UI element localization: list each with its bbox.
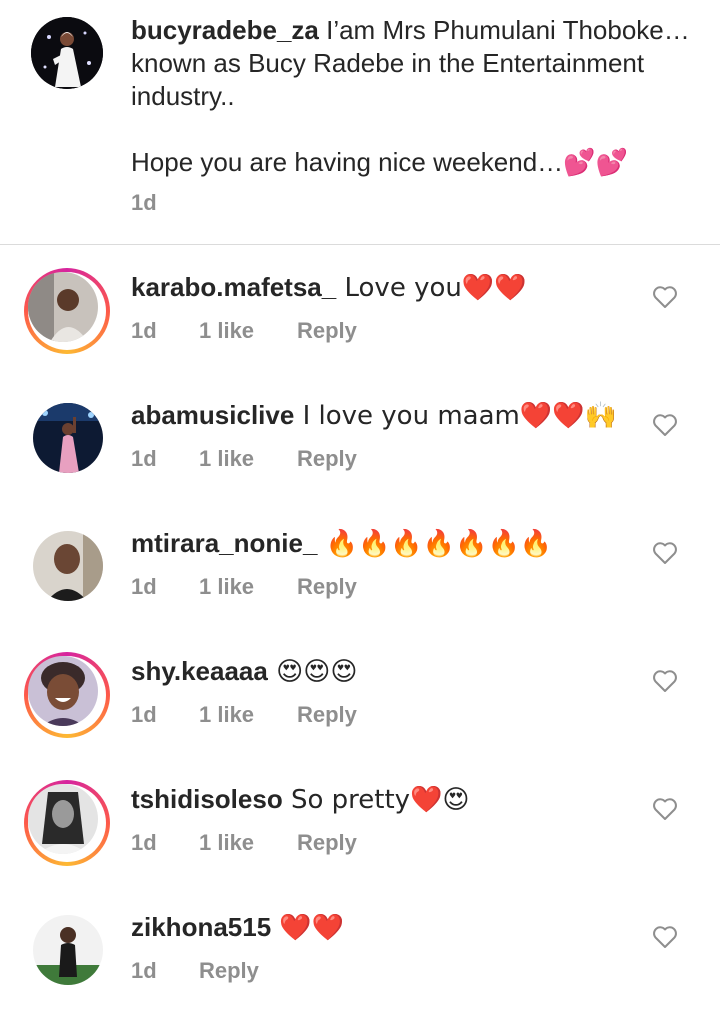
like-comment-button[interactable] [652,797,678,821]
reply-button[interactable]: Reply [199,958,259,984]
comment-item: zikhona515 ❤️❤️ 1d Reply [0,896,720,1024]
comment-username[interactable]: shy.keaaaa [131,656,268,686]
comment-like-count[interactable]: 1 like [199,446,297,472]
story-ring[interactable] [24,780,110,866]
caption-timestamp: 1d [131,190,157,215]
story-ring[interactable] [24,268,110,354]
comment-meta: 1d 1 like Reply [131,446,357,472]
comment-username[interactable]: karabo.mafetsa_ [131,272,336,302]
comment-username[interactable]: mtirara_nonie_ [131,528,317,558]
like-comment-button[interactable] [652,925,678,949]
comment-avatar[interactable] [28,272,98,342]
reply-button[interactable]: Reply [297,702,357,728]
comment-item: tshidisoleso So pretty❤️😍 1d 1 like Reply [0,768,720,896]
comment-like-count[interactable]: 1 like [199,574,297,600]
comment-text: 😍😍😍 [267,657,358,687]
caption-author-avatar[interactable] [31,17,103,89]
comment-meta: 1d Reply [131,958,259,984]
comment-timestamp: 1d [131,830,157,855]
comment-body: abamusiclive I love you maam❤️❤️🙌 [131,398,631,433]
comment-username[interactable]: abamusiclive [131,400,294,430]
comment-username[interactable]: tshidisoleso [131,784,283,814]
comment-text: I love you maam❤️❤️🙌 [294,401,617,431]
caption-username[interactable]: bucyradebe_za [131,15,319,45]
comment-avatar[interactable] [28,784,98,854]
post-caption: bucyradebe_za I’am Mrs Phumulani Thoboke… [0,0,720,245]
comment-avatar[interactable] [28,656,98,726]
comment-text: So pretty❤️😍 [282,785,470,815]
like-comment-button[interactable] [652,669,678,693]
comment-avatar[interactable] [33,915,103,985]
comment-timestamp: 1d [131,574,157,599]
comment-timestamp: 1d [131,702,157,727]
comment-like-count[interactable]: 1 like [199,830,297,856]
comment-avatar[interactable] [33,531,103,601]
comment-like-count[interactable]: 1 like [199,702,297,728]
reply-button[interactable]: Reply [297,574,357,600]
comment-text: Love you❤️❤️ [336,273,527,303]
comment-username[interactable]: zikhona515 [131,912,271,942]
heart-outline-icon [653,670,677,692]
comment-timestamp: 1d [131,958,157,983]
comment-avatar[interactable] [33,403,103,473]
comment-meta: 1d 1 like Reply [131,830,357,856]
caption-body: bucyradebe_za I’am Mrs Phumulani Thoboke… [131,14,691,179]
comment-body: zikhona515 ❤️❤️ [131,910,631,945]
comment-timestamp: 1d [131,318,157,343]
heart-outline-icon [653,926,677,948]
heart-outline-icon [653,798,677,820]
comment-item: mtirara_nonie_ 🔥🔥🔥🔥🔥🔥🔥 1d 1 like Reply [0,512,720,640]
comment-meta: 1d 1 like Reply [131,702,357,728]
comment-body: karabo.mafetsa_ Love you❤️❤️ [131,270,631,305]
comment-text: 🔥🔥🔥🔥🔥🔥🔥 [317,529,553,559]
like-comment-button[interactable] [652,285,678,309]
comment-like-count[interactable]: 1 like [199,318,297,344]
heart-outline-icon [653,414,677,436]
reply-button[interactable]: Reply [297,830,357,856]
comment-item: shy.keaaaa 😍😍😍 1d 1 like Reply [0,640,720,768]
comment-meta: 1d 1 like Reply [131,318,357,344]
story-ring[interactable] [24,652,110,738]
heart-outline-icon [653,286,677,308]
heart-outline-icon [653,542,677,564]
comment-item: abamusiclive I love you maam❤️❤️🙌 1d 1 li… [0,384,720,512]
comment-body: shy.keaaaa 😍😍😍 [131,654,631,689]
reply-button[interactable]: Reply [297,318,357,344]
comment-meta: 1d 1 like Reply [131,574,357,600]
like-comment-button[interactable] [652,541,678,565]
comment-body: mtirara_nonie_ 🔥🔥🔥🔥🔥🔥🔥 [131,526,631,561]
like-comment-button[interactable] [652,413,678,437]
comment-text: ❤️❤️ [271,913,345,943]
comment-timestamp: 1d [131,446,157,471]
comment-item: karabo.mafetsa_ Love you❤️❤️ 1d 1 like Rep… [0,256,720,384]
comment-body: tshidisoleso So pretty❤️😍 [131,782,631,817]
reply-button[interactable]: Reply [297,446,357,472]
